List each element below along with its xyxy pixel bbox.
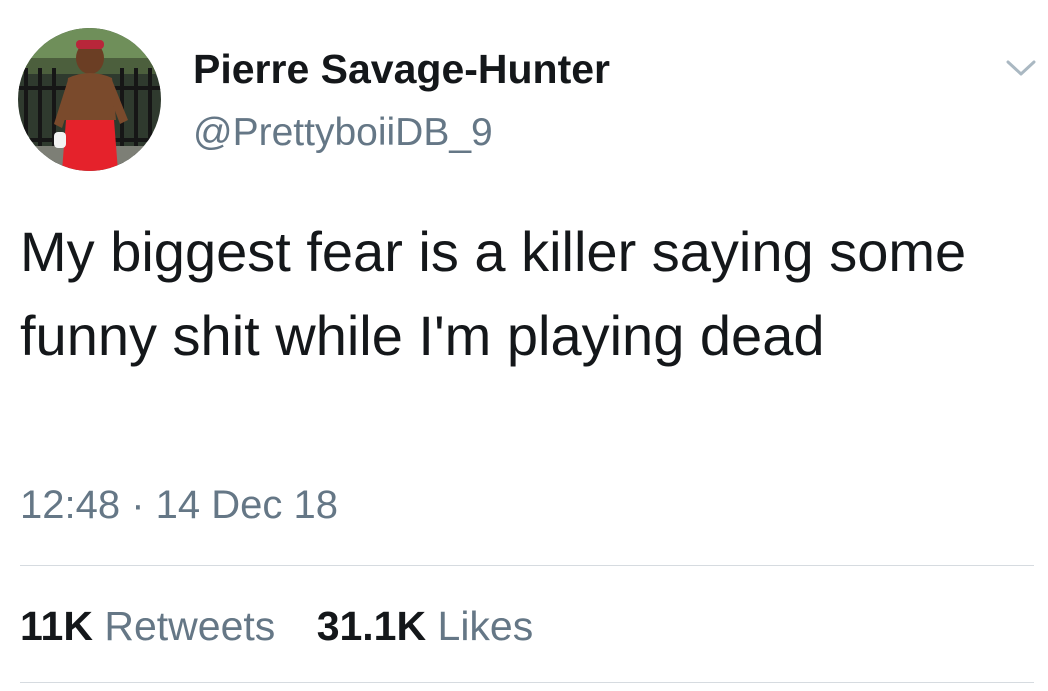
tweet-text: My biggest fear is a killer saying some … xyxy=(20,220,967,367)
retweets-label: Retweets xyxy=(104,603,276,649)
likes-label: Likes xyxy=(437,603,534,649)
divider xyxy=(20,682,1034,683)
avatar-image xyxy=(18,28,161,171)
avatar[interactable] xyxy=(18,28,161,171)
retweets-stat[interactable]: 11K Retweets xyxy=(20,603,275,649)
divider xyxy=(20,565,1034,566)
likes-count: 31.1K xyxy=(316,603,427,649)
display-name[interactable]: Pierre Savage-Hunter xyxy=(193,44,610,94)
chevron-down-icon[interactable] xyxy=(1004,56,1038,80)
likes-stat[interactable]: 31.1K Likes xyxy=(317,603,534,649)
retweets-count: 11K xyxy=(20,603,93,649)
tweet-timestamp[interactable]: 12:48 · 14 Dec 18 xyxy=(20,482,338,528)
user-handle[interactable]: @PrettyboiiDB_9 xyxy=(193,110,493,156)
tweet-stats: 11K Retweets 31.1K Likes xyxy=(20,603,533,649)
